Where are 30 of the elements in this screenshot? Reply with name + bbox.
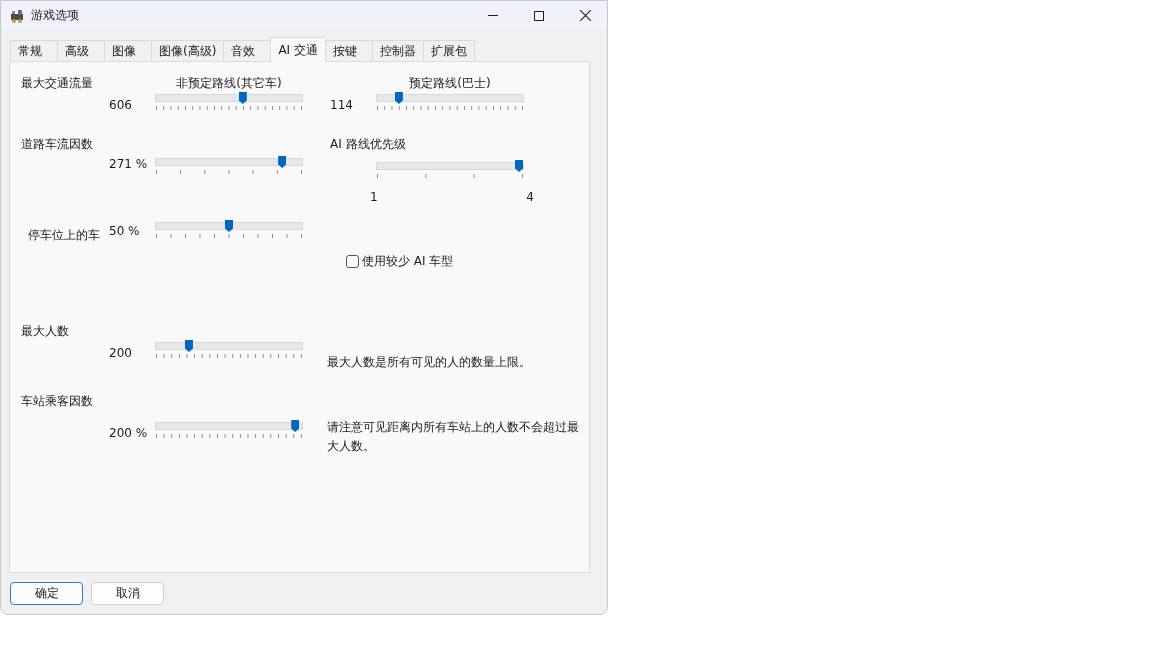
setting-label: 停车位上的车 xyxy=(28,226,101,244)
cancel-button[interactable]: 取消 xyxy=(91,582,164,605)
setting-label: 最大交通流量 xyxy=(21,74,94,92)
tab[interactable]: 图像(高级) xyxy=(151,40,224,61)
window-title: 游戏选项 xyxy=(31,7,79,24)
slider-value: 271 % xyxy=(109,157,149,171)
note-text: 请注意可见距离内所有车站上的人数不会超过最大人数。 xyxy=(327,419,580,455)
tab[interactable]: 扩展包 xyxy=(422,40,475,61)
scale-max-label: 4 xyxy=(526,190,534,204)
slider-caption: 预定路线(巴士) xyxy=(409,74,491,92)
setting-label: 车站乘客因数 xyxy=(21,393,94,410)
setting-label: 道路车流因数 xyxy=(21,135,94,153)
tab[interactable]: 按键 xyxy=(324,40,372,61)
setting-label: 最大人数 xyxy=(21,323,70,340)
tab[interactable]: 常规 xyxy=(10,40,57,61)
slider-value: 50 % xyxy=(109,224,141,238)
slider-value: 606 xyxy=(109,98,133,112)
ok-button[interactable]: 确定 xyxy=(10,582,83,605)
slider-value: 200 % xyxy=(109,426,149,440)
note-text: 最大人数是所有可见的人的数量上限。 xyxy=(327,354,532,371)
slider-value: 200 xyxy=(109,346,133,360)
scale-min-label: 1 xyxy=(370,190,378,204)
tab[interactable]: 图像 xyxy=(104,40,151,61)
tab[interactable]: 控制器 xyxy=(371,40,423,61)
tab[interactable]: 高级 xyxy=(57,40,104,61)
slider-value: 114 xyxy=(330,98,354,112)
tab[interactable]: AI 交通 xyxy=(270,37,325,62)
slider-caption: 非预定路线(其它车) xyxy=(176,74,282,92)
setting-label: AI 路线优先级 xyxy=(330,135,407,153)
tab[interactable]: 音效 xyxy=(223,40,271,61)
